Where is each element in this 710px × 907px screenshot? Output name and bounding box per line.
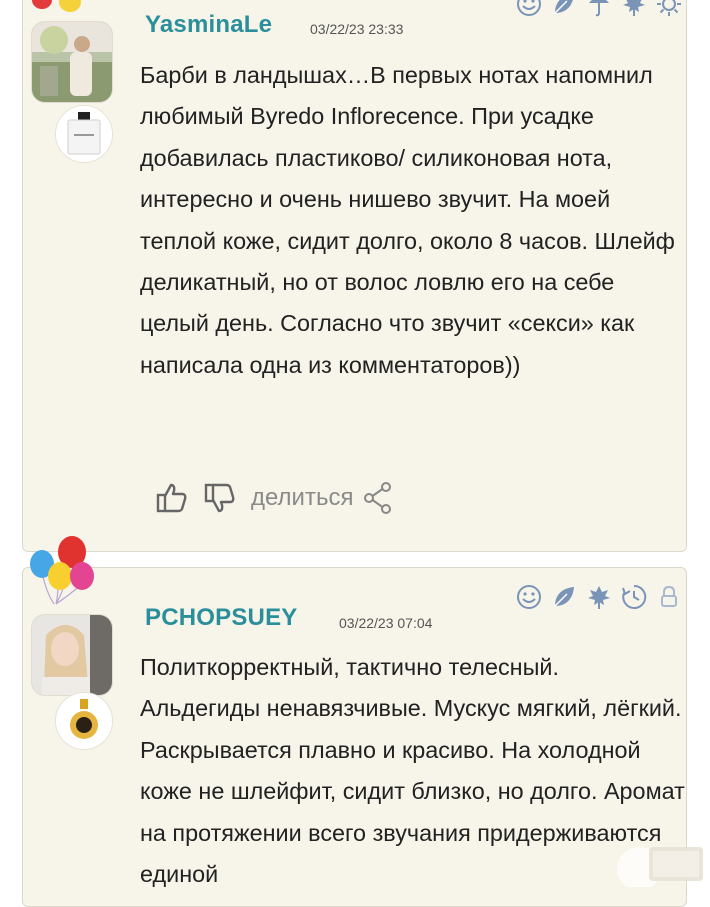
review-card: PCHOPSUEY 03/22/23 07:04 Политкорректный… xyxy=(22,567,687,907)
maple-leaf-icon xyxy=(623,0,645,16)
leaf-icon xyxy=(554,587,574,607)
balloons-decoration xyxy=(30,536,94,605)
maple-leaf-icon xyxy=(588,586,610,609)
mood-icons xyxy=(516,584,682,610)
perfume-bottle-image[interactable] xyxy=(55,105,113,163)
review-card: YasminaLe 03/22/23 23:33 Барби в ландыша… xyxy=(22,0,687,552)
smile-icon xyxy=(517,585,541,609)
avatar-group xyxy=(31,614,113,750)
username[interactable]: YasminaLe xyxy=(145,11,272,39)
username[interactable]: PCHOPSUEY xyxy=(145,604,298,632)
share-icon[interactable] xyxy=(363,481,393,515)
avatar-group xyxy=(31,21,113,163)
clock-icon xyxy=(622,584,647,609)
review-actions: делиться xyxy=(155,481,393,515)
smile-icon xyxy=(517,0,541,16)
sun-icon xyxy=(657,0,681,16)
leaf-icon xyxy=(554,0,573,14)
mood-icons xyxy=(516,0,682,17)
share-label[interactable]: делиться xyxy=(251,484,353,512)
watermark-logo xyxy=(617,847,703,887)
avatar[interactable] xyxy=(31,614,113,696)
review-date: 03/22/23 23:33 xyxy=(310,21,404,37)
perfume-bottle-image[interactable] xyxy=(55,692,113,750)
review-text: Политкорректный, тактично телесный. Альд… xyxy=(140,654,685,888)
rain-icon xyxy=(589,0,609,17)
avatar[interactable] xyxy=(31,21,113,103)
thumbs-down-icon[interactable] xyxy=(203,481,237,515)
balloons-decoration xyxy=(32,0,81,12)
review-text: Барби в ландышах…В первых нотах напомнил… xyxy=(140,62,675,378)
thumbs-up-icon[interactable] xyxy=(155,481,189,515)
review-date: 03/22/23 07:04 xyxy=(339,615,433,631)
lock-icon xyxy=(661,585,677,607)
